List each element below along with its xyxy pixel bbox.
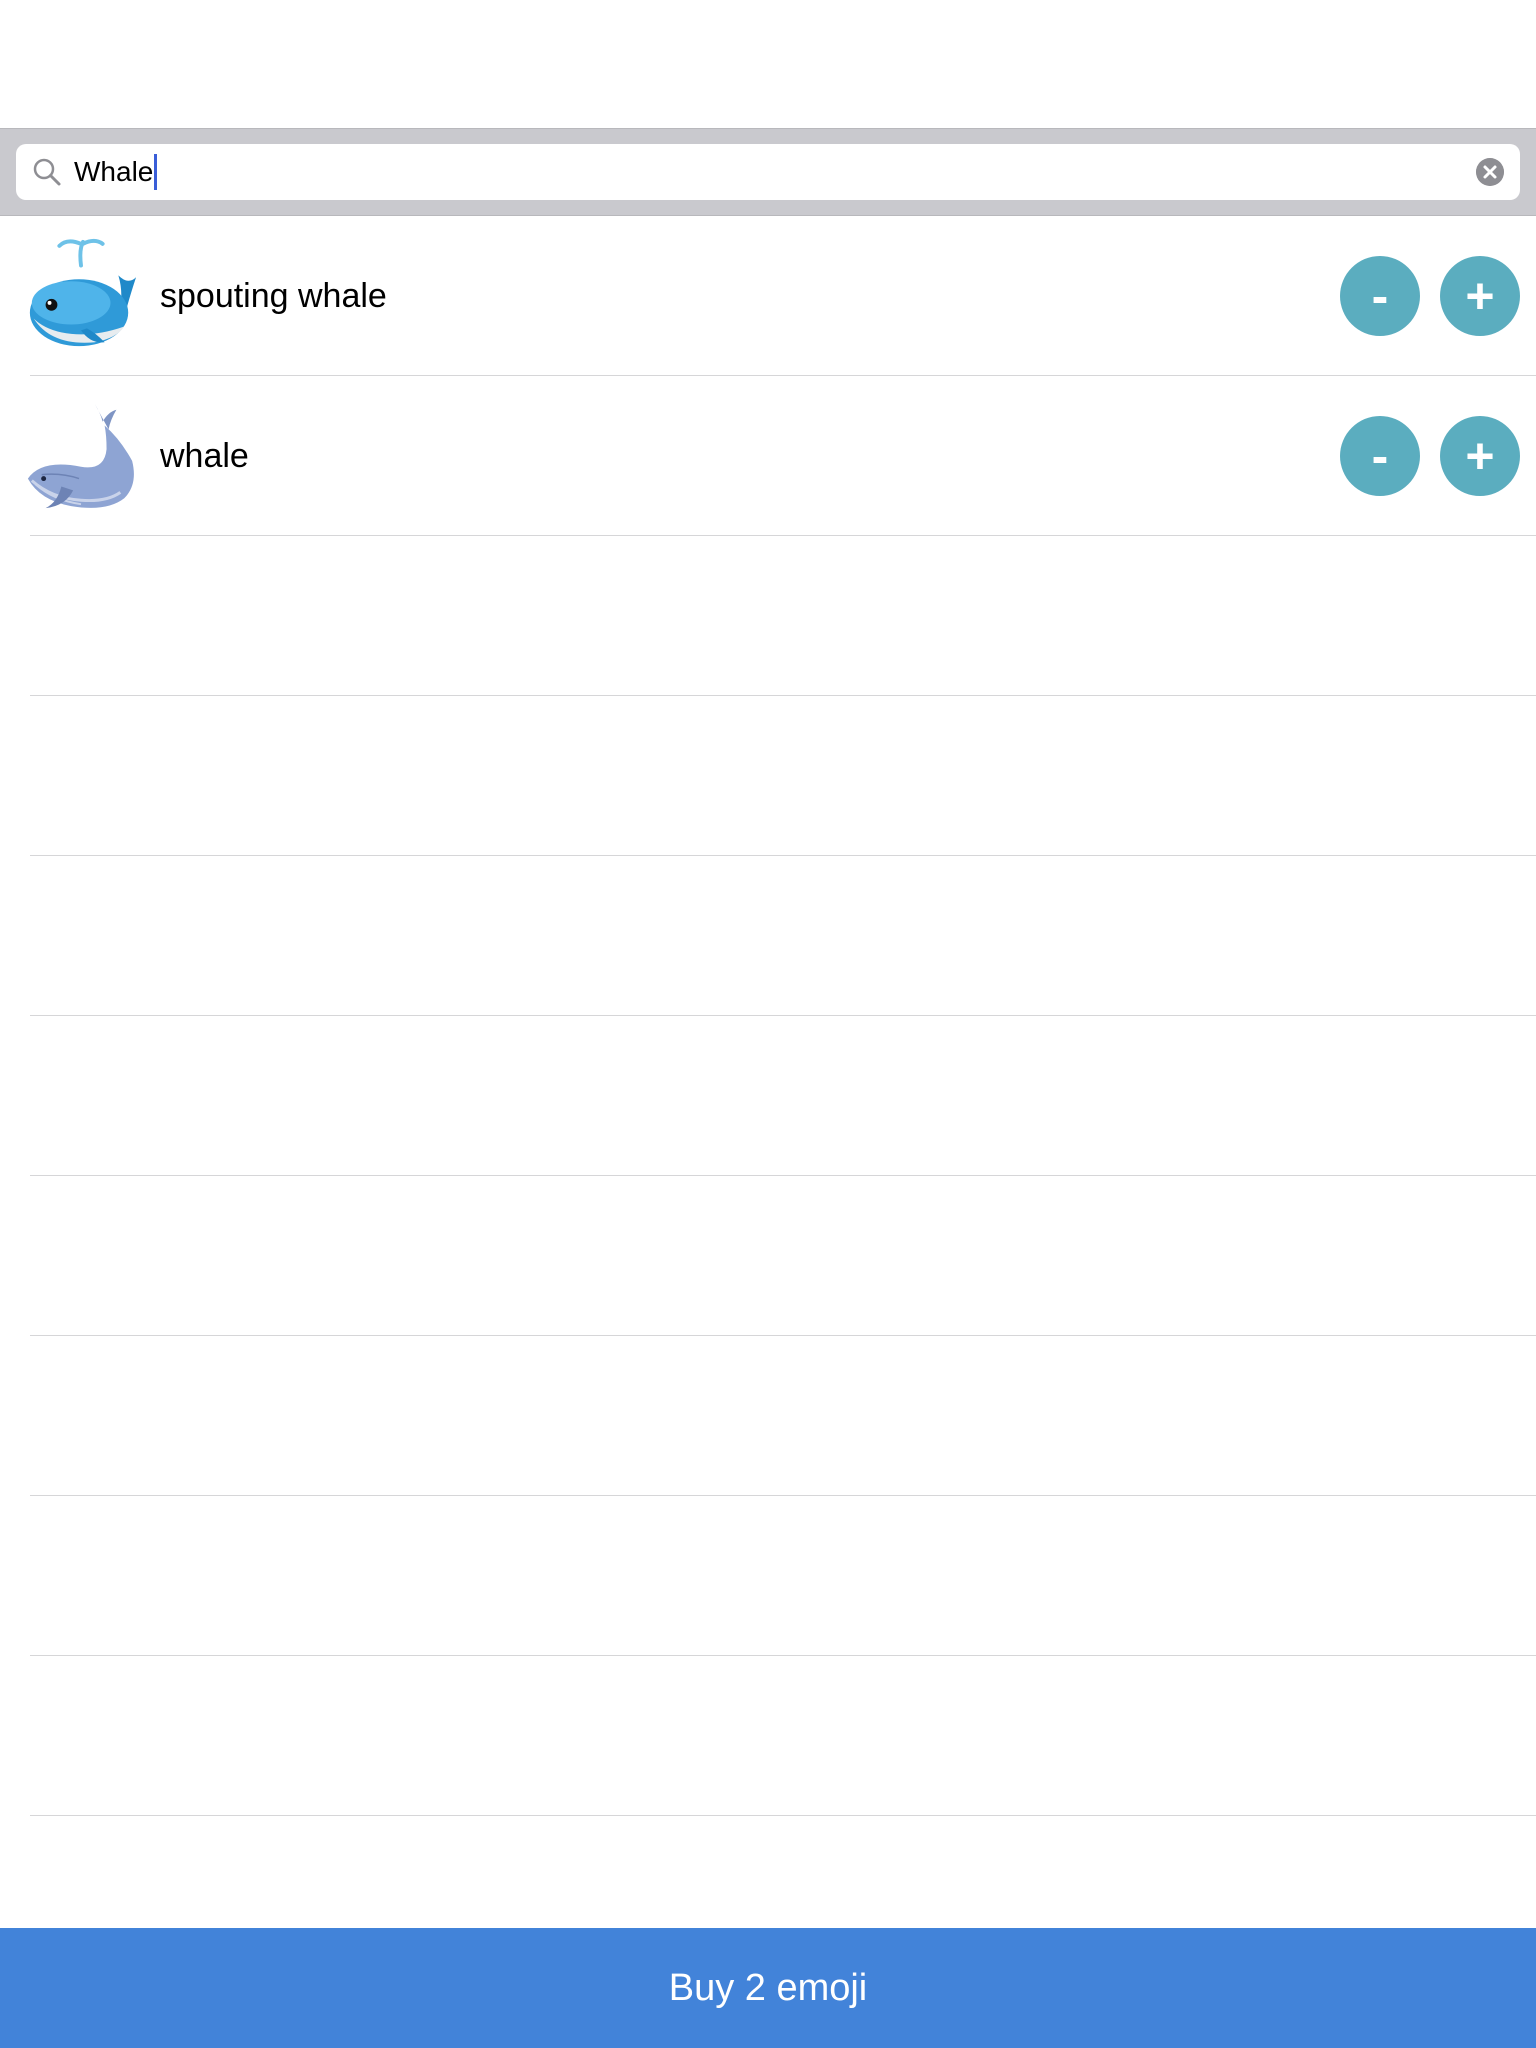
empty-row [0, 696, 1536, 856]
empty-row [0, 856, 1536, 1016]
empty-row [0, 1656, 1536, 1816]
search-icon [33, 158, 61, 186]
emoji-name: whale [160, 437, 249, 475]
emoji-name: spouting whale [160, 277, 387, 315]
whale-icon [27, 403, 134, 509]
emoji-shop-screen: Whale spouting whale - + whale - + Buy 2… [0, 0, 1536, 2048]
text-caret [154, 154, 158, 190]
decrease-button[interactable]: - [1340, 416, 1420, 496]
empty-row [0, 536, 1536, 696]
search-bar: Whale [0, 128, 1536, 216]
empty-row [0, 1496, 1536, 1656]
clear-icon[interactable] [1476, 158, 1504, 186]
list-item: spouting whale - + [0, 216, 1536, 376]
top-blank-area [0, 0, 1536, 128]
decrease-button[interactable]: - [1340, 256, 1420, 336]
increase-button[interactable]: + [1440, 256, 1520, 336]
buy-button[interactable]: Buy 2 emoji [0, 1928, 1536, 2048]
empty-row [0, 1176, 1536, 1336]
increase-button[interactable]: + [1440, 416, 1520, 496]
search-query-text: Whale [74, 156, 154, 187]
row-divider [30, 1815, 1536, 1816]
list-item: whale - + [0, 376, 1536, 536]
empty-row [0, 1016, 1536, 1176]
search-input[interactable]: Whale [16, 144, 1520, 200]
search-query: Whale [74, 144, 158, 200]
empty-row [0, 1336, 1536, 1496]
spouting-whale-icon [29, 238, 137, 347]
